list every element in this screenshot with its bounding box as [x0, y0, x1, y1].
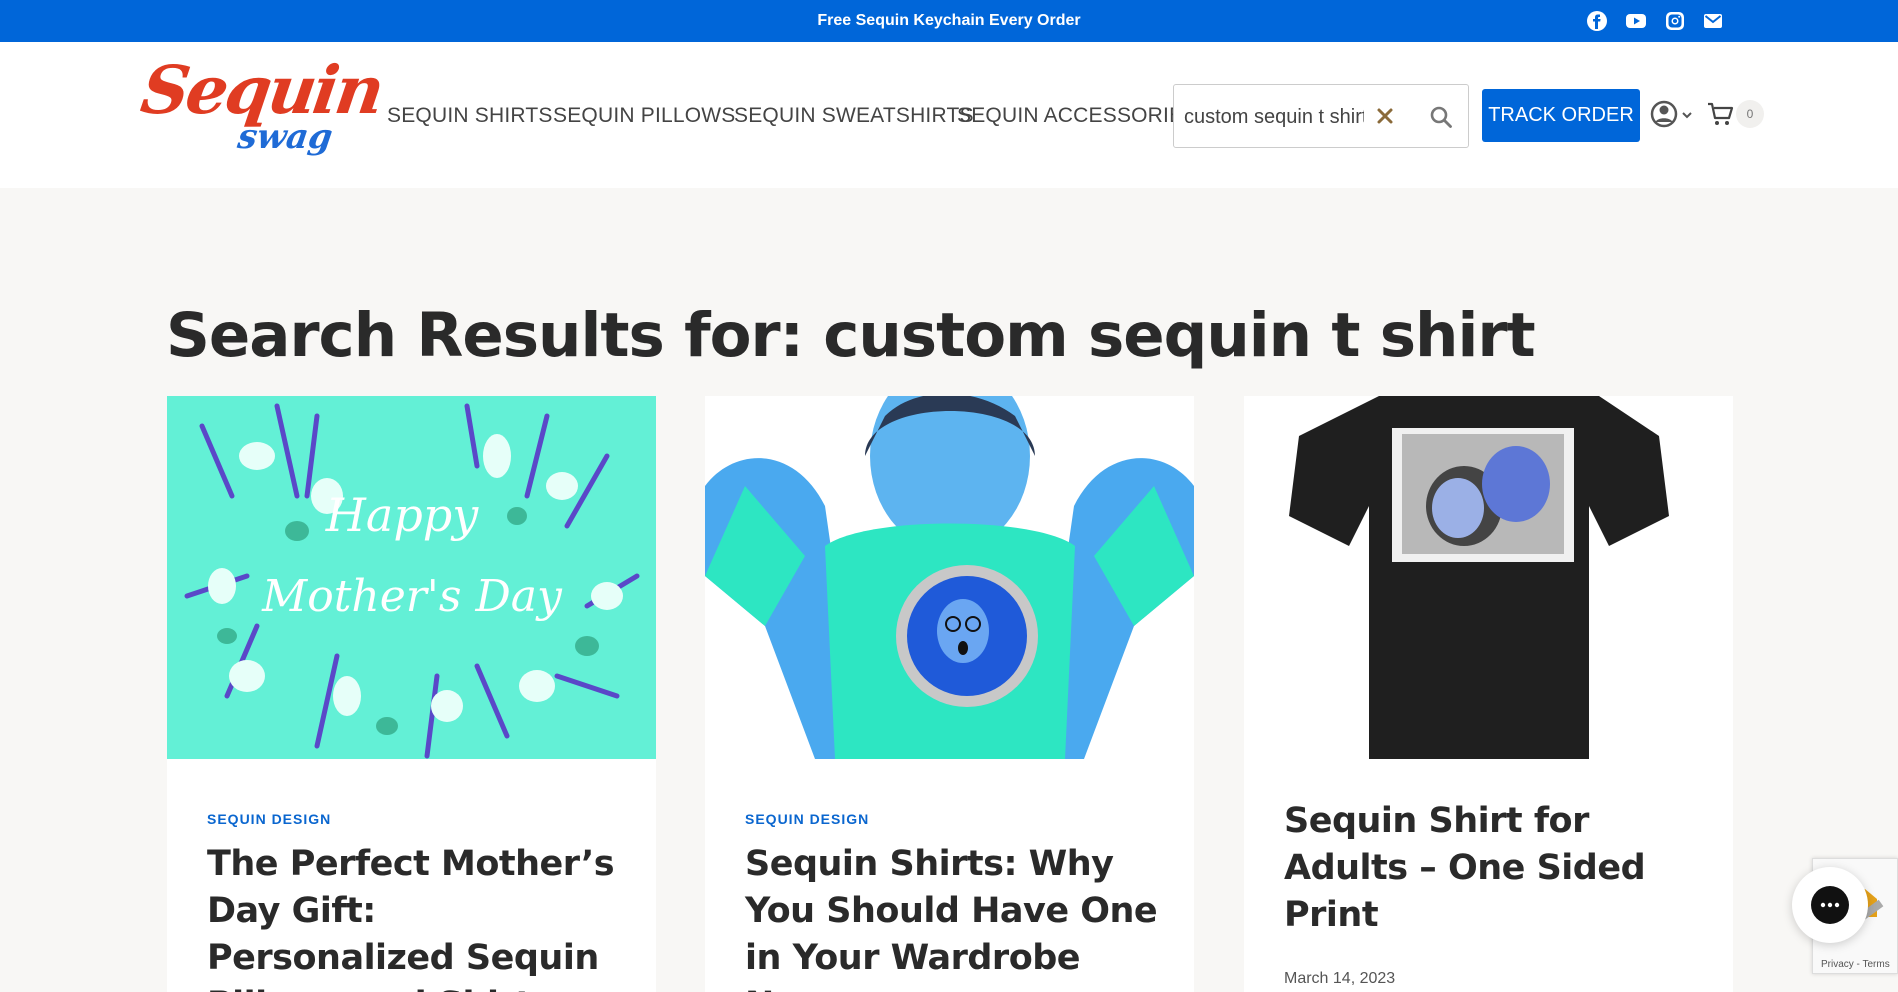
- chat-widget-button[interactable]: [1792, 867, 1868, 943]
- track-order-button[interactable]: TRACK ORDER: [1482, 89, 1640, 142]
- post-title[interactable]: Sequin Shirts: Why You Should Have One i…: [745, 841, 1165, 992]
- cart-count-badge: 0: [1736, 100, 1764, 128]
- search-icon[interactable]: [1428, 104, 1454, 130]
- post-title[interactable]: Sequin Shirt for Adults – One Sided Prin…: [1284, 798, 1704, 939]
- nav-sequin-sweatshirts[interactable]: SEQUIN SWEATSHIRTS: [734, 104, 974, 128]
- search-form: [1173, 84, 1469, 148]
- post-date: March 14, 2023: [1284, 970, 1396, 987]
- result-card: SEQUIN DESIGN Sequin Shirts: Why You Sho…: [705, 396, 1194, 992]
- announcement-text: Free Sequin Keychain Every Order: [817, 12, 1081, 29]
- user-icon: [1650, 100, 1692, 128]
- cart-button[interactable]: 0: [1706, 98, 1764, 130]
- site-header: Sequin swag SEQUIN SHIRTS SEQUIN PILLOWS…: [0, 42, 1898, 188]
- site-logo[interactable]: Sequin swag: [137, 47, 387, 167]
- result-card: Happy Mother's Day SEQUIN DESIGN The Per…: [167, 396, 656, 992]
- post-title[interactable]: The Perfect Mother’s Day Gift: Personali…: [207, 841, 627, 992]
- account-menu[interactable]: [1650, 98, 1698, 130]
- post-thumbnail[interactable]: [1244, 396, 1733, 759]
- recaptcha-links[interactable]: Privacy - Terms: [1821, 959, 1890, 970]
- nav-sequin-shirts[interactable]: SEQUIN SHIRTS: [387, 104, 553, 128]
- post-thumbnail[interactable]: Happy Mother's Day: [167, 396, 656, 759]
- post-category[interactable]: SEQUIN DESIGN: [745, 811, 869, 827]
- youtube-icon[interactable]: [1626, 11, 1646, 31]
- page-title: Search Results for: custom sequin t shir…: [166, 300, 1536, 371]
- image-text-mothers-day: Mother's Day: [261, 571, 563, 622]
- post-category[interactable]: SEQUIN DESIGN: [207, 811, 331, 827]
- instagram-icon[interactable]: [1665, 11, 1685, 31]
- nav-sequin-accessories[interactable]: SEQUIN ACCESSORIES: [957, 104, 1198, 128]
- result-card: Sequin Shirt for Adults – One Sided Prin…: [1244, 396, 1733, 992]
- post-thumbnail[interactable]: [705, 396, 1194, 759]
- cart-icon: [1708, 102, 1734, 125]
- close-icon[interactable]: [1374, 105, 1396, 127]
- email-icon[interactable]: [1703, 11, 1723, 31]
- image-text-happy: Happy: [325, 488, 479, 542]
- logo-text-swag: swag: [235, 117, 336, 157]
- chat-icon: [1811, 886, 1849, 924]
- nav-sequin-pillows[interactable]: SEQUIN PILLOWS: [553, 104, 736, 128]
- search-input[interactable]: [1184, 103, 1364, 131]
- announcement-bar: Free Sequin Keychain Every Order: [0, 0, 1898, 42]
- facebook-icon[interactable]: [1587, 11, 1607, 31]
